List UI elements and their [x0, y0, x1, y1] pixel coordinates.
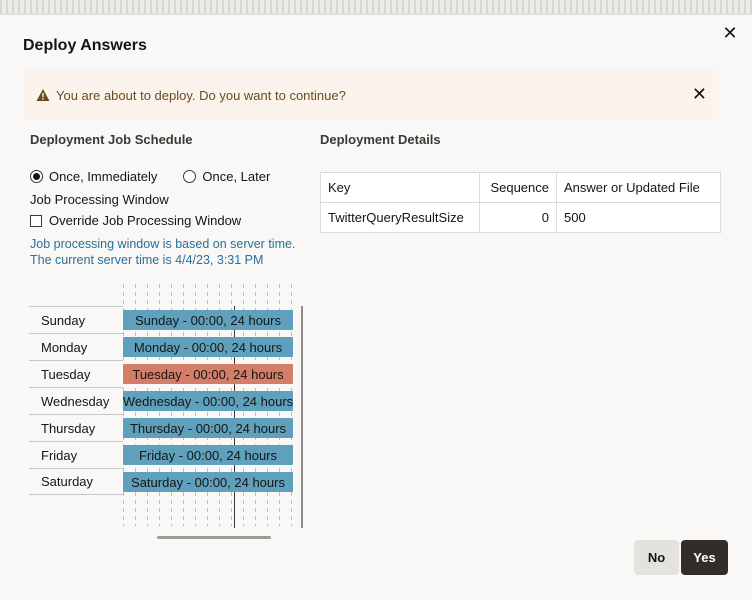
radio-once-later-label[interactable]: Once, Later	[202, 169, 270, 184]
table-row[interactable]: TwitterQueryResultSize 0 500	[320, 202, 721, 233]
schedule-bar-monday[interactable]: Monday - 00:00, 24 hours	[123, 337, 293, 357]
day-row-sunday: Sunday	[29, 306, 123, 333]
server-time-info-line1: Job processing window is based on server…	[30, 237, 296, 251]
timeline-scrollbar[interactable]	[301, 306, 303, 528]
warning-banner: You are about to deploy. Do you want to …	[24, 70, 719, 120]
timeline-horizontal-scrollbar[interactable]	[157, 536, 271, 539]
cell-key: TwitterQueryResultSize	[320, 202, 480, 233]
schedule-bar-saturday[interactable]: Saturday - 00:00, 24 hours	[123, 472, 293, 492]
schedule-bar-wednesday[interactable]: Wednesday - 00:00, 24 hours	[123, 391, 293, 411]
schedule-radio-group: Once, Immediately Once, Later	[30, 169, 296, 184]
yes-button[interactable]: Yes	[681, 540, 728, 575]
day-row-tuesday: Tuesday	[29, 360, 123, 387]
schedule-bar-sunday[interactable]: Sunday - 00:00, 24 hours	[123, 310, 293, 330]
warning-triangle-icon	[36, 89, 50, 101]
column-header-answer[interactable]: Answer or Updated File	[556, 172, 721, 203]
deploy-answers-dialog: ✕ Deploy Answers You are about to deploy…	[0, 14, 752, 600]
radio-once-later[interactable]	[183, 170, 197, 183]
table-header-row: Key Sequence Answer or Updated File	[320, 172, 721, 203]
column-header-sequence[interactable]: Sequence	[479, 172, 557, 203]
cell-answer: 500	[556, 202, 721, 233]
day-row-thursday: Thursday	[29, 414, 123, 441]
dialog-close-icon[interactable]: ✕	[722, 24, 738, 42]
schedule-bar-thursday[interactable]: Thursday - 00:00, 24 hours	[123, 418, 293, 438]
day-row-friday: Friday	[29, 441, 123, 468]
no-button[interactable]: No	[634, 540, 679, 575]
day-row-wednesday: Wednesday	[29, 387, 123, 414]
override-window-row: Override Job Processing Window	[30, 213, 241, 228]
server-time-info: Job processing window is based on server…	[30, 236, 295, 268]
deployment-details-table: Key Sequence Answer or Updated File Twit…	[320, 172, 721, 233]
job-window-schedule: Sunday Monday Tuesday Wednesday Thursday Frid…	[29, 284, 305, 539]
warning-close-icon[interactable]: ✕	[692, 85, 707, 103]
override-window-label[interactable]: Override Job Processing Window	[49, 213, 241, 228]
override-window-checkbox[interactable]	[30, 214, 42, 227]
day-column: Sunday Monday Tuesday Wednesday Thursday Frid…	[29, 306, 123, 495]
details-heading: Deployment Details	[320, 132, 441, 147]
radio-once-immediately-label[interactable]: Once, Immediately	[49, 169, 157, 184]
cell-sequence: 0	[479, 202, 557, 233]
schedule-bar-friday[interactable]: Friday - 00:00, 24 hours	[123, 445, 293, 465]
background-page-strip	[0, 0, 752, 14]
dialog-title: Deploy Answers	[23, 37, 147, 54]
server-time-info-line2: The current server time is 4/4/23, 3:31 …	[30, 253, 264, 267]
schedule-bar-tuesday[interactable]: Tuesday - 00:00, 24 hours	[123, 364, 293, 384]
warning-text: You are about to deploy. Do you want to …	[56, 87, 346, 103]
job-window-heading: Job Processing Window	[30, 192, 169, 207]
day-row-saturday: Saturday	[29, 468, 123, 495]
column-header-key[interactable]: Key	[320, 172, 480, 203]
schedule-heading: Deployment Job Schedule	[30, 132, 193, 147]
radio-once-immediately[interactable]	[30, 170, 43, 183]
day-row-monday: Monday	[29, 333, 123, 360]
